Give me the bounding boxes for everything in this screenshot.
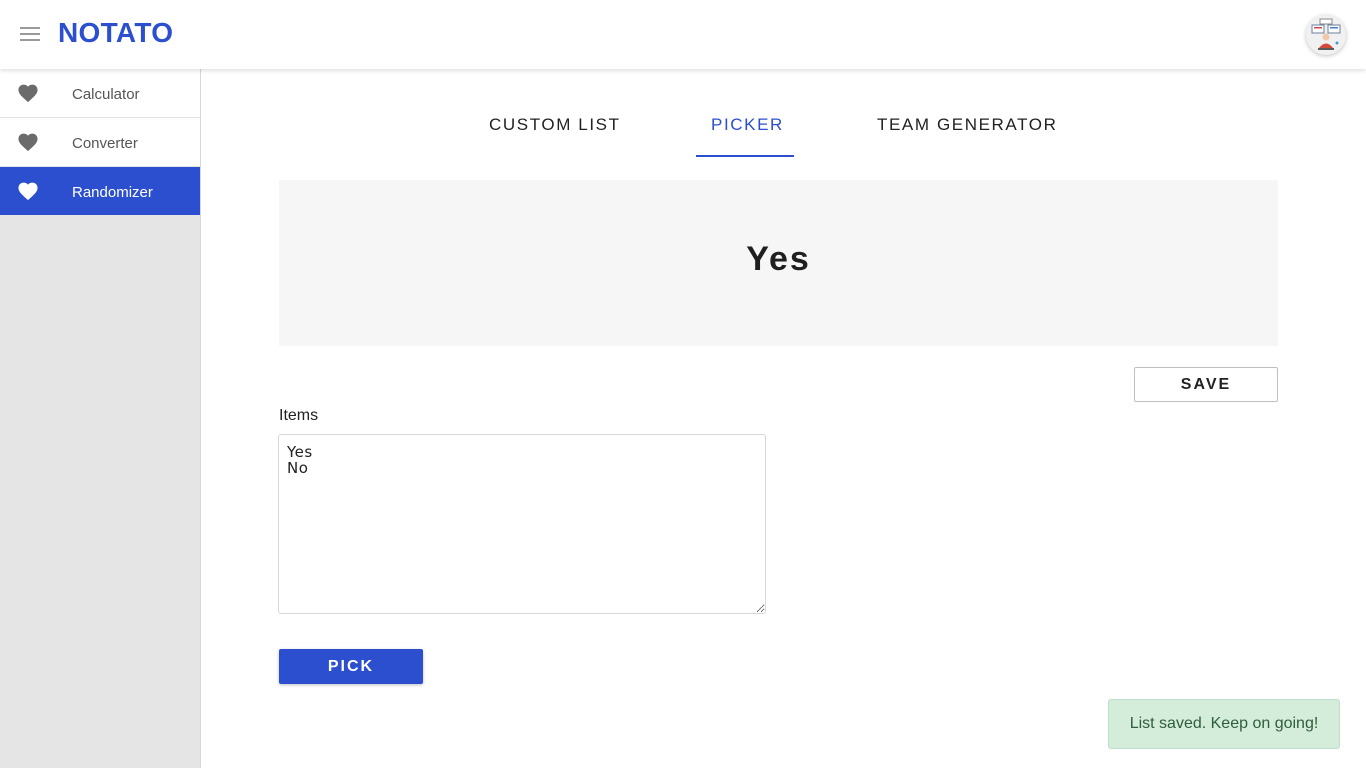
picker-result: Yes [746,240,811,278]
save-toast: List saved. Keep on going! [1108,699,1340,749]
heart-icon [17,181,39,201]
app-brand[interactable]: NOTATO [58,17,173,49]
active-tab-indicator [696,155,794,157]
picker-result-panel: Yes [279,180,1278,346]
tab-team-generator[interactable]: TEAM GENERATOR [877,115,1057,135]
sidebar-item-randomizer[interactable]: Randomizer [0,167,200,215]
sidebar-item-converter[interactable]: Converter [0,118,200,167]
tab-picker[interactable]: PICKER [711,115,784,135]
sidebar-item-calculator[interactable]: Calculator [0,69,200,118]
user-avatar[interactable] [1306,15,1346,55]
save-button[interactable]: SAVE [1134,367,1278,402]
items-textarea[interactable] [278,434,766,614]
heart-icon [17,83,39,103]
app-header: NOTATO [0,0,1366,69]
sidebar-item-label: Randomizer [72,184,153,201]
hamburger-menu-icon[interactable] [20,27,40,41]
items-label: Items [279,407,319,424]
sidebar-item-label: Converter [72,135,138,152]
tab-custom-list[interactable]: CUSTOM LIST [489,115,621,135]
avatar-illustration-icon [1311,18,1341,50]
sidebar: Calculator Converter Randomizer [0,69,201,768]
sidebar-item-label: Calculator [72,86,140,103]
heart-icon [17,132,39,152]
pick-button[interactable]: PICK [279,649,423,684]
